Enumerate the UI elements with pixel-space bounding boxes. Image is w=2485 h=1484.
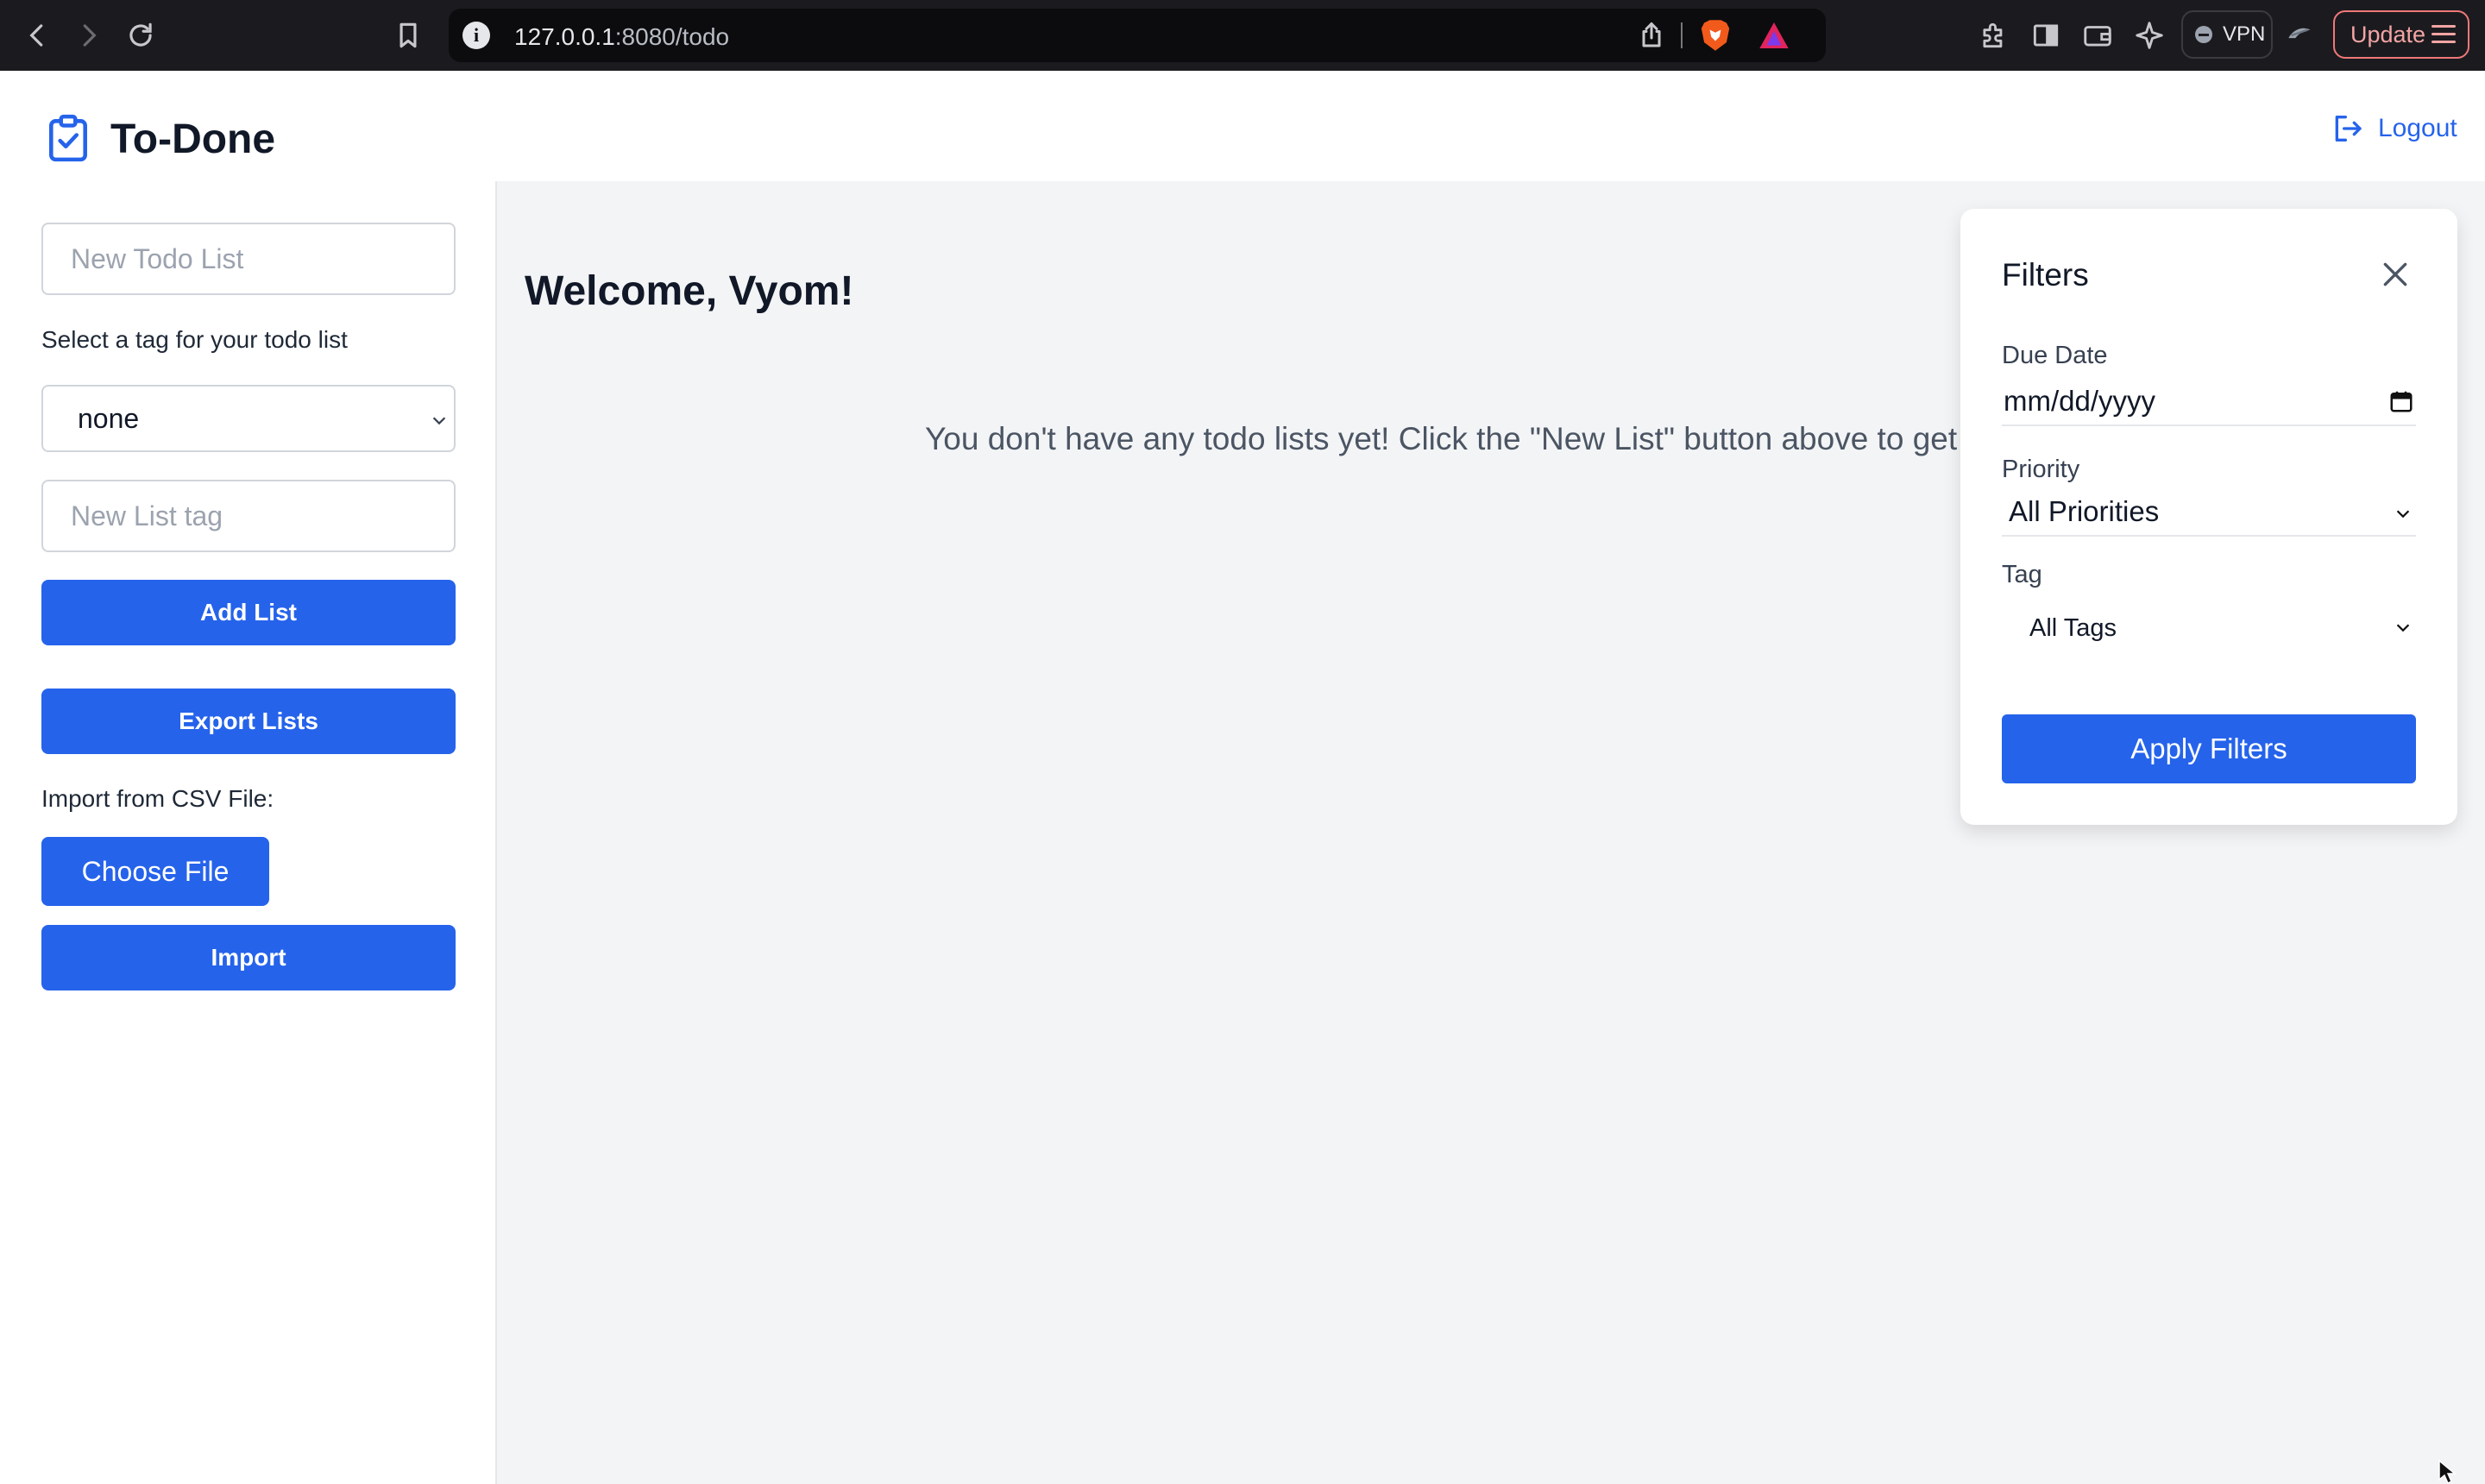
calendar-icon[interactable] [2388,388,2414,414]
menu-icon [2432,25,2456,44]
chevron-down-icon [2396,624,2410,632]
brave-rewards-icon[interactable] [1757,19,1791,52]
app-header: To-Done Logout [0,71,2485,181]
empty-state-message: You don't have any todo lists yet! Click… [925,421,1982,456]
extensions-icon[interactable] [1978,19,2010,52]
profile-icon[interactable] [2283,19,2316,52]
logout-link[interactable]: Logout [2330,110,2457,147]
cursor-icon [2438,1460,2457,1484]
new-todo-list-input[interactable]: New Todo List [41,223,456,295]
update-button[interactable]: Update [2333,10,2469,59]
logout-label: Logout [2378,114,2457,142]
vpn-status-icon [2195,26,2212,43]
browser-toolbar: i 127.0.0.1:8080/todo VPN Update [0,0,2485,71]
filters-panel: Filters Due Date mm/dd/yyyy Priority All… [1960,209,2457,825]
new-list-tag-input[interactable]: New List tag [41,480,456,552]
welcome-heading: Welcome, Vyom! [525,268,854,314]
choose-file-button[interactable]: Choose File [41,837,269,906]
brave-shields-icon[interactable] [1698,17,1733,53]
priority-select[interactable]: All Priorities [2002,490,2416,537]
clipboard-check-icon [47,114,90,162]
import-csv-label: Import from CSV File: [41,785,274,812]
bookmark-icon[interactable] [392,19,425,52]
priority-label: Priority [2002,456,2080,483]
apply-filters-button[interactable]: Apply Filters [2002,714,2416,783]
add-list-button[interactable]: Add List [41,580,456,645]
sidebar-toggle-icon[interactable] [2029,19,2062,52]
forward-icon[interactable] [72,19,105,52]
divider [1681,22,1683,48]
back-icon[interactable] [21,19,53,52]
tag-select-label: Select a tag for your todo list [41,326,348,353]
tag-filter-select[interactable]: All Tags [2002,602,2416,654]
due-date-input[interactable]: mm/dd/yyyy [2002,380,2416,426]
import-button[interactable]: Import [41,925,456,990]
export-lists-button[interactable]: Export Lists [41,689,456,754]
chevron-down-icon [2396,510,2410,519]
close-icon[interactable] [2378,257,2413,292]
reload-icon[interactable] [124,19,157,52]
wallet-icon[interactable] [2081,19,2114,52]
filters-title: Filters [2002,257,2089,292]
address-bar[interactable]: i 127.0.0.1:8080/todo [449,9,1826,62]
due-date-label: Due Date [2002,342,2108,369]
share-icon[interactable] [1636,20,1667,51]
chevron-down-icon [432,417,446,425]
sidebar: New Todo List Select a tag for your todo… [0,181,497,1484]
tag-select[interactable]: none [41,385,456,452]
vpn-button[interactable]: VPN [2181,10,2273,59]
site-info-icon[interactable]: i [462,22,490,49]
tag-label: Tag [2002,561,2042,588]
logout-icon [2335,116,2362,141]
leo-ai-icon[interactable] [2133,19,2166,52]
url-text[interactable]: 127.0.0.1:8080/todo [514,23,729,51]
app-title: To-Done [110,116,276,162]
